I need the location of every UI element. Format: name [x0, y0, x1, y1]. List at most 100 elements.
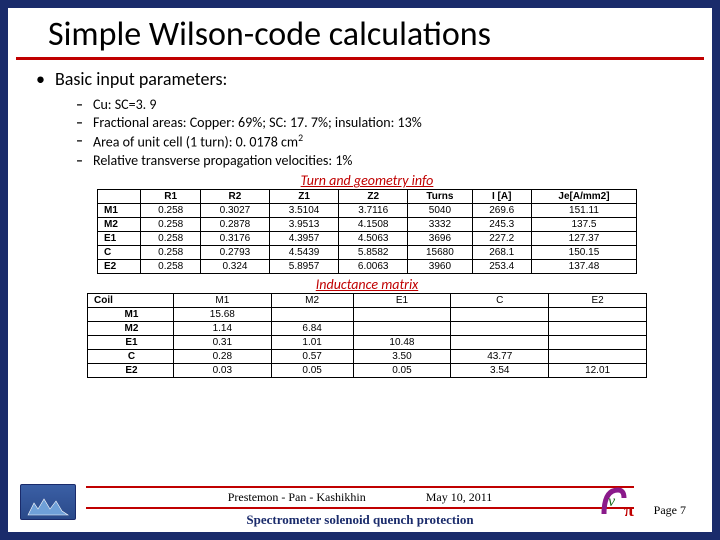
- cell: 4.5063: [339, 232, 408, 246]
- table-row: C0.280.573.5043.77: [88, 350, 647, 364]
- cell: [451, 308, 549, 322]
- cell: 0.258: [141, 232, 200, 246]
- cell: 4.3957: [270, 232, 339, 246]
- cell: 0.258: [141, 218, 200, 232]
- cell: 137.48: [531, 260, 636, 274]
- col-header: R2: [200, 190, 269, 204]
- cell: 0.2793: [200, 246, 269, 260]
- cell: 0.05: [271, 364, 353, 378]
- cell: E2: [98, 260, 141, 274]
- table-row: E10.2580.31764.39574.50633696227.2127.37: [98, 232, 637, 246]
- subitem: – Relative transverse propagation veloci…: [76, 152, 698, 170]
- dash-marker: –: [76, 152, 83, 170]
- col-header: E2: [549, 294, 647, 308]
- subitem: – Area of unit cell (1 turn): 0. 0178 cm…: [76, 132, 698, 152]
- cell: M1: [88, 308, 174, 322]
- cell: 4.5439: [270, 246, 339, 260]
- col-header: [98, 190, 141, 204]
- body: • Basic input parameters: – Cu: SC=3. 9 …: [8, 60, 712, 378]
- svg-text:ν: ν: [608, 493, 616, 510]
- cell: 269.6: [472, 204, 531, 218]
- bullet-level1: • Basic input parameters:: [36, 68, 698, 90]
- cell: C: [98, 246, 141, 260]
- page-number: Page 7: [654, 503, 686, 518]
- table-row: E20.030.050.053.5412.01: [88, 364, 647, 378]
- cell: 0.57: [271, 350, 353, 364]
- dash-marker: –: [76, 96, 83, 114]
- cell: 0.05: [353, 364, 451, 378]
- cell: 0.2878: [200, 218, 269, 232]
- col-header: Z1: [270, 190, 339, 204]
- col-header: C: [451, 294, 549, 308]
- cell: 137.5: [531, 218, 636, 232]
- cell: 3.50: [353, 350, 451, 364]
- bullet-marker: •: [36, 68, 45, 90]
- col-header: E1: [353, 294, 451, 308]
- footer-date: May 10, 2011: [426, 490, 493, 505]
- cell: 3.9513: [270, 218, 339, 232]
- cell: 3.5104: [270, 204, 339, 218]
- heading-text: Basic input parameters:: [55, 68, 227, 90]
- col-header: Turns: [408, 190, 472, 204]
- cell: M2: [98, 218, 141, 232]
- cell: 0.324: [200, 260, 269, 274]
- cell: 15680: [408, 246, 472, 260]
- table2-caption: Inductance matrix: [36, 276, 698, 293]
- cell: 5.8582: [339, 246, 408, 260]
- cell: 0.3027: [200, 204, 269, 218]
- col-header: M2: [271, 294, 353, 308]
- cell: 6.0063: [339, 260, 408, 274]
- subitem: – Fractional areas: Copper: 69%; SC: 17.…: [76, 114, 698, 132]
- cell: 151.11: [531, 204, 636, 218]
- cell: 150.15: [531, 246, 636, 260]
- table-row: M10.2580.30273.51043.71165040269.6151.11: [98, 204, 637, 218]
- dash-marker: –: [76, 114, 83, 132]
- subitem-text: Area of unit cell (1 turn): 0. 0178 cm2: [93, 132, 303, 152]
- cell: [549, 322, 647, 336]
- cell: 5040: [408, 204, 472, 218]
- cell: 0.258: [141, 260, 200, 274]
- cell: C: [88, 350, 174, 364]
- cell: [451, 336, 549, 350]
- footer: Prestemon - Pan - Kashikhin May 10, 2011…: [16, 482, 704, 524]
- cell: 3.7116: [339, 204, 408, 218]
- cell: 0.03: [173, 364, 271, 378]
- col-header: Coil: [88, 294, 174, 308]
- cell: 0.31: [173, 336, 271, 350]
- subitem-text: Cu: SC=3. 9: [93, 96, 157, 114]
- cell: 5.8957: [270, 260, 339, 274]
- table-row: M115.68: [88, 308, 647, 322]
- cell: 3960: [408, 260, 472, 274]
- subitem: – Cu: SC=3. 9: [76, 96, 698, 114]
- table-row: C0.2580.27934.54395.858215680268.1150.15: [98, 246, 637, 260]
- cell: 268.1: [472, 246, 531, 260]
- cell: 0.258: [141, 246, 200, 260]
- svg-text:π: π: [624, 500, 634, 520]
- cell: 127.37: [531, 232, 636, 246]
- cell: E1: [98, 232, 141, 246]
- table-row: E20.2580.3245.89576.00633960253.4137.48: [98, 260, 637, 274]
- cell: [549, 350, 647, 364]
- dash-marker: –: [76, 132, 83, 152]
- nu-pi-logo-icon: ν π: [600, 484, 644, 520]
- cell: 12.01: [549, 364, 647, 378]
- table-row: E10.311.0110.48: [88, 336, 647, 350]
- table-row: M20.2580.28783.95134.15083332245.3137.5: [98, 218, 637, 232]
- cell: [549, 308, 647, 322]
- cell: 253.4: [472, 260, 531, 274]
- col-header: M1: [173, 294, 271, 308]
- cell: 4.1508: [339, 218, 408, 232]
- cell: 0.28: [173, 350, 271, 364]
- col-header: R1: [141, 190, 200, 204]
- cell: 1.14: [173, 322, 271, 336]
- cell: 227.2: [472, 232, 531, 246]
- cell: [549, 336, 647, 350]
- col-header: Z2: [339, 190, 408, 204]
- cell: 15.68: [173, 308, 271, 322]
- cell: 1.01: [271, 336, 353, 350]
- cell: 0.3176: [200, 232, 269, 246]
- cell: 3.54: [451, 364, 549, 378]
- cell: 6.84: [271, 322, 353, 336]
- subitem-text: Relative transverse propagation velociti…: [93, 152, 352, 170]
- cell: M2: [88, 322, 174, 336]
